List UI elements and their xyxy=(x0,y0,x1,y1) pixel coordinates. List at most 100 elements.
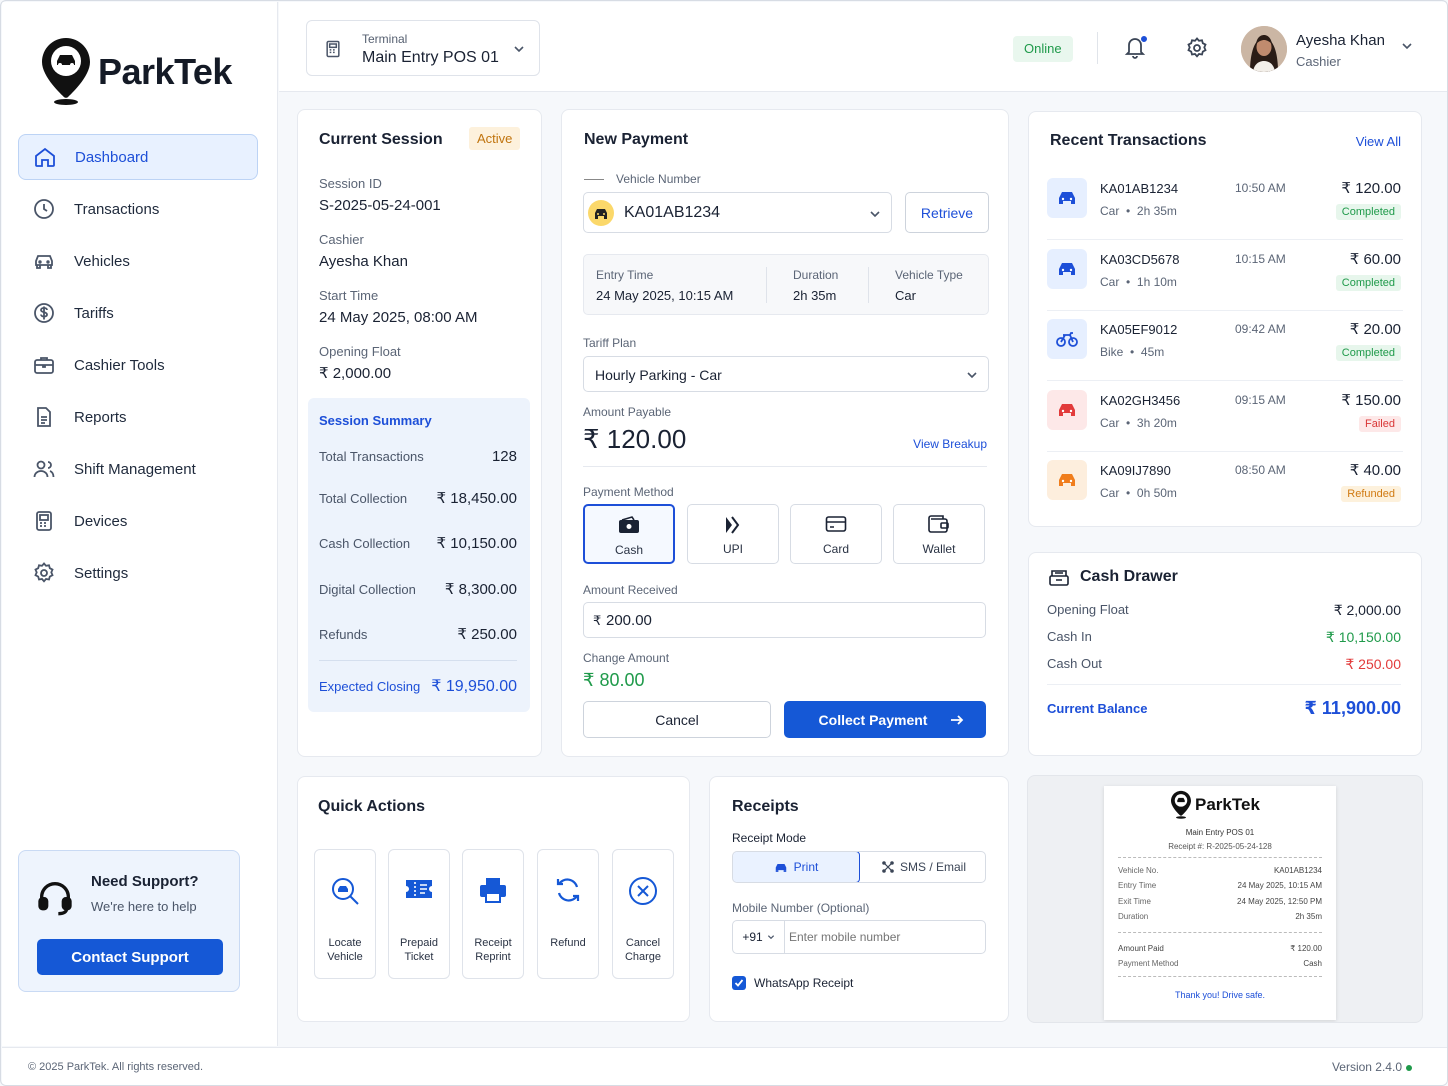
terminal-selector[interactable]: Terminal Main Entry POS 01 xyxy=(306,20,540,76)
receipt-value: 2h 35m xyxy=(1295,912,1322,921)
drawer-key: Opening Float xyxy=(1047,602,1129,617)
sidebar-item-dashboard[interactable]: Dashboard xyxy=(18,134,258,180)
support-title: Need Support? xyxy=(91,873,199,890)
sidebar-item-reports[interactable]: Reports xyxy=(18,394,258,440)
status-badge: Failed xyxy=(1359,415,1401,432)
version-status-dot xyxy=(1406,1065,1412,1071)
entry-time-label: Entry Time xyxy=(596,268,654,282)
car-icon xyxy=(1059,403,1075,416)
avatar[interactable] xyxy=(1241,26,1287,72)
drawer-row: Opening Float ₹ 2,000.00 xyxy=(1047,602,1401,619)
payment-method-cash[interactable]: Cash xyxy=(583,504,675,564)
sidebar-item-settings[interactable]: Settings xyxy=(18,550,258,596)
receipt-value: 24 May 2025, 10:15 AM xyxy=(1237,881,1323,890)
summary-value: ₹ 8,300.00 xyxy=(444,581,517,598)
parking-pin-icon xyxy=(1171,790,1191,819)
prepaid-ticket-button[interactable]: Prepaid Ticket xyxy=(388,849,450,979)
receipt-mode-sms[interactable]: SMS / Email xyxy=(861,852,985,882)
transaction-amount: ₹ 120.00 xyxy=(1341,180,1401,197)
transaction-meta: Car • 0h 50m xyxy=(1100,486,1177,500)
amount-received-label: Amount Received xyxy=(583,583,678,597)
settings-button[interactable] xyxy=(1185,36,1209,60)
user-avatar-icon xyxy=(1241,26,1287,72)
transaction-row[interactable]: KA01AB1234 Car • 2h 35m 10:50 AM ₹ 120.00 Co… xyxy=(1047,170,1403,240)
transaction-duration: 0h 50m xyxy=(1136,486,1177,500)
arrow-right-icon xyxy=(951,715,964,725)
sidebar-item-label: Reports xyxy=(74,408,127,426)
receipt-brand: ParkTek xyxy=(1195,795,1260,814)
notifications-button[interactable] xyxy=(1123,34,1148,60)
detail-divider xyxy=(766,267,767,303)
receipt-key: Amount Paid xyxy=(1118,944,1164,953)
payment-method-label: Payment Method xyxy=(583,485,674,499)
transaction-time: 10:15 AM xyxy=(1235,251,1286,266)
transaction-time: 10:50 AM xyxy=(1235,181,1286,195)
receipt-reprint-button[interactable]: Receipt Reprint xyxy=(462,849,524,979)
headset-icon xyxy=(38,882,72,916)
cancel-button[interactable]: Cancel xyxy=(583,701,771,738)
support-card: Need Support? We're here to help Contact… xyxy=(18,850,240,992)
locate-vehicle-button[interactable]: Locate Vehicle xyxy=(314,849,376,979)
terminal-label: Terminal xyxy=(362,32,408,46)
receipt-row: Exit Time 24 May 2025, 12:50 PM xyxy=(1118,897,1322,906)
logo[interactable]: ParkTek xyxy=(40,36,232,108)
pos-terminal-icon xyxy=(326,40,340,58)
whatsapp-checkbox[interactable] xyxy=(732,976,746,990)
receipt-row: Entry Time 24 May 2025, 10:15 AM xyxy=(1118,881,1322,890)
quick-action-label: Receipt xyxy=(474,937,512,949)
payment-method-upi[interactable]: UPI xyxy=(687,504,779,564)
retrieve-button[interactable]: Retrieve xyxy=(905,192,989,233)
vehicle-icon-box xyxy=(1047,248,1087,289)
detail-divider xyxy=(868,267,869,303)
vehicle-details: Entry Time 24 May 2025, 10:15 AM Duratio… xyxy=(583,254,989,315)
contact-support-button[interactable]: Contact Support xyxy=(37,939,223,975)
cancel-charge-button[interactable]: Cancel Charge xyxy=(612,849,674,979)
sidebar-item-label: Settings xyxy=(74,564,129,582)
sidebar-item-shift-management[interactable]: Shift Management xyxy=(18,446,258,492)
vehicle-icon-box xyxy=(1047,389,1087,430)
expected-closing-value: ₹ 19,950.00 xyxy=(431,678,517,695)
cash-drawer-title: Cash Drawer xyxy=(1080,568,1178,585)
drawer-row: Cash Out ₹ 250.00 xyxy=(1047,656,1401,673)
amount-received-value: 200.00 xyxy=(606,612,652,629)
vehicle-number-select[interactable]: KA01AB1234 xyxy=(583,192,892,233)
dollar-circle-icon xyxy=(34,303,54,323)
sidebar-item-devices[interactable]: Devices xyxy=(18,498,258,544)
transaction-row[interactable]: KA02GH3456 Car • 3h 20m 09:15 AM ₹ 150.00 Fa… xyxy=(1047,382,1403,452)
country-code-select[interactable]: +91 xyxy=(733,921,785,953)
sidebar-item-cashier-tools[interactable]: Cashier Tools xyxy=(18,342,258,388)
view-all-link[interactable]: View All xyxy=(1356,134,1401,149)
sidebar-item-transactions[interactable]: Transactions xyxy=(18,186,258,232)
new-payment-card: New Payment Vehicle Number KA01AB1234 Re… xyxy=(561,109,1009,757)
transaction-row[interactable]: KA09IJ7890 Car • 0h 50m 08:50 AM ₹ 40.00 Ref… xyxy=(1047,452,1403,522)
refund-button[interactable]: Refund xyxy=(537,849,599,979)
vehicle-icon-box xyxy=(1047,178,1087,218)
quick-action-label: Prepaid xyxy=(400,937,438,949)
receipt-mode-print[interactable]: Print xyxy=(733,852,860,882)
check-icon xyxy=(734,979,744,987)
chevron-down-icon[interactable] xyxy=(1401,40,1413,52)
new-payment-title: New Payment xyxy=(584,131,689,148)
transaction-vehicle-no: KA05EF9012 xyxy=(1100,322,1178,337)
sidebar-item-tariffs[interactable]: Tariffs xyxy=(18,290,258,336)
vehicle-badge xyxy=(588,200,614,226)
sidebar-item-label: Devices xyxy=(74,512,128,530)
quick-actions-card: Quick Actions Locate Vehicle Prepaid Ticke… xyxy=(297,776,690,1022)
payment-method-wallet[interactable]: Wallet xyxy=(893,504,985,564)
payment-method-card[interactable]: Card xyxy=(790,504,882,564)
amount-received-input[interactable]: ₹ 200.00 xyxy=(583,602,986,638)
quick-action-label: Ticket xyxy=(404,951,434,963)
transaction-duration: 3h 20m xyxy=(1136,415,1177,430)
payment-method-label: Wallet xyxy=(922,542,956,556)
support-subtitle: We're here to help xyxy=(91,899,197,914)
transaction-row[interactable]: KA05EF9012 Bike • 45m 09:42 AM ₹ 20.00 Compl… xyxy=(1047,311,1403,381)
transaction-row[interactable]: KA03CD5678 Car • 1h 10m 10:15 AM ₹ 60.00 Com… xyxy=(1047,241,1403,311)
collect-payment-button[interactable]: Collect Payment xyxy=(784,701,986,738)
cashier-label: Cashier xyxy=(319,232,364,247)
mobile-number-input[interactable] xyxy=(789,925,979,949)
tariff-plan-select[interactable]: Hourly Parking - Car xyxy=(583,356,989,392)
car-icon xyxy=(1059,474,1075,486)
view-breakup-link[interactable]: View Breakup xyxy=(913,437,987,451)
sidebar-item-vehicles[interactable]: Vehicles xyxy=(18,238,258,284)
summary-row: Refunds ₹ 250.00 xyxy=(319,625,517,643)
